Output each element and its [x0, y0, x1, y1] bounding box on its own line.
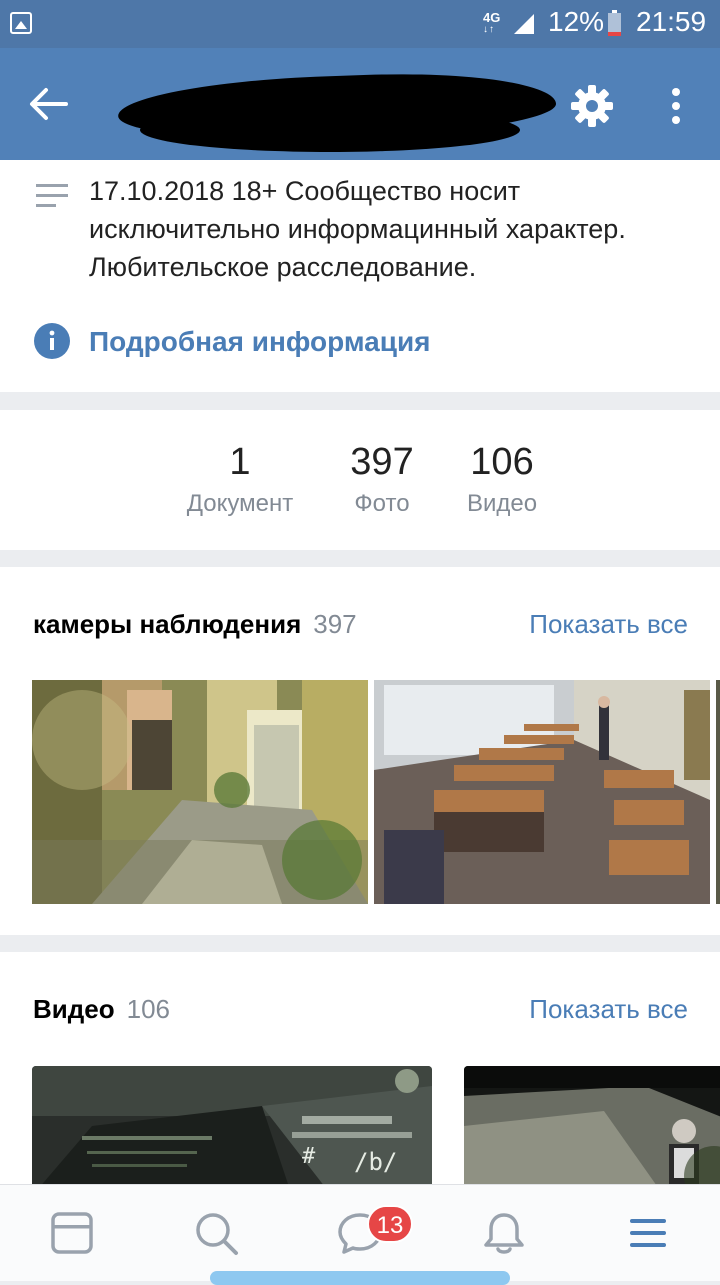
- clock: 21:59: [636, 6, 707, 37]
- counter-label: Документ: [186, 490, 294, 517]
- community-description: 17.10.2018 18+ Сообщество носит исключит…: [89, 176, 626, 282]
- signal-icon: [514, 14, 534, 34]
- news-feed-icon[interactable]: [48, 1209, 96, 1257]
- counter-documents[interactable]: 1 Документ: [160, 438, 320, 522]
- counter-value: 1: [229, 441, 251, 483]
- photo-thumbnail: [32, 680, 368, 904]
- bottom-navigation: 13: [0, 1184, 720, 1285]
- counter-photos[interactable]: 397 Фото: [322, 438, 442, 522]
- photo-thumbnail: [716, 680, 720, 904]
- album-photo[interactable]: [32, 680, 368, 904]
- photo-thumbnail: [374, 680, 710, 904]
- album-title: камеры наблюдения 397: [33, 609, 357, 639]
- community-info-card: 17.10.2018 18+ Сообщество носит исключит…: [0, 160, 720, 392]
- description-icon: [36, 184, 68, 207]
- battery-icon: [608, 10, 621, 36]
- counter-label: Видео: [466, 490, 538, 517]
- videos-card: Видео 106 Показать все # /b/: [0, 952, 720, 1184]
- photo-album-card: камеры наблюдения 397 Показать все: [0, 567, 720, 935]
- videos-title: Видео 106: [33, 994, 170, 1024]
- counter-videos[interactable]: 106 Видео: [442, 438, 562, 522]
- gear-icon[interactable]: [570, 84, 614, 128]
- album-show-all-link[interactable]: Показать все: [529, 609, 688, 640]
- counters-card: 1 Документ 397 Фото 106 Видео: [0, 410, 720, 550]
- more-vertical-icon[interactable]: [664, 84, 688, 128]
- more-info-link[interactable]: Подробная информация: [89, 324, 431, 360]
- video-item[interactable]: [464, 1066, 720, 1184]
- gallery-notification-icon: [10, 12, 32, 34]
- videos-show-all-link[interactable]: Показать все: [529, 994, 688, 1025]
- home-indicator: [210, 1271, 510, 1285]
- album-photo[interactable]: [716, 680, 720, 904]
- counter-value: 397: [350, 441, 414, 483]
- info-icon[interactable]: [34, 323, 70, 359]
- menu-icon[interactable]: [624, 1209, 672, 1257]
- network-type: 4G ↓↑: [483, 10, 501, 35]
- search-icon[interactable]: [192, 1209, 240, 1257]
- notifications-bell-icon[interactable]: [480, 1209, 528, 1257]
- videos-count: 106: [126, 994, 170, 1024]
- app-header: [0, 48, 720, 160]
- counter-value: 106: [470, 441, 534, 483]
- video-thumbnail: [464, 1066, 720, 1184]
- status-bar: 4G ↓↑ 12% 21:59: [0, 0, 720, 48]
- messages-badge: 13: [367, 1205, 413, 1243]
- album-photo[interactable]: [374, 680, 710, 904]
- arrow-left-icon[interactable]: [28, 86, 68, 122]
- album-count: 397: [313, 609, 357, 639]
- redacted-title-scribble: [140, 108, 520, 152]
- video-overlay-text: /b/: [354, 1148, 398, 1176]
- counter-label: Фото: [354, 490, 410, 517]
- video-overlay-hash: #: [302, 1144, 316, 1169]
- battery-percent: 12%: [548, 6, 605, 37]
- video-item[interactable]: # /b/: [32, 1066, 432, 1184]
